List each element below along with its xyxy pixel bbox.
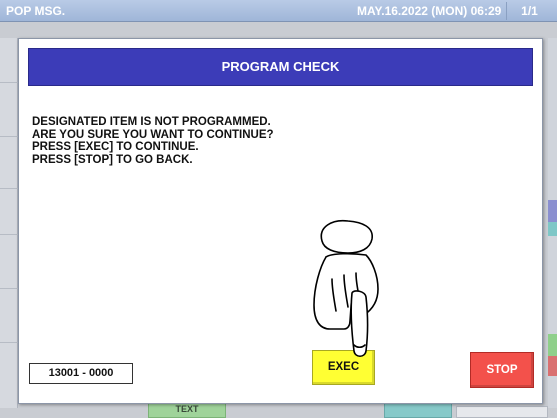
- message-line: DESIGNATED ITEM IS NOT PROGRAMMED.: [32, 116, 271, 128]
- item-code-field: 13001 - 0000: [29, 363, 133, 384]
- program-check-dialog: PROGRAM CHECK DESIGNATED ITEM IS NOT PRO…: [18, 38, 543, 404]
- dialog-title: PROGRAM CHECK: [28, 48, 533, 86]
- page-indicator: 1/1: [506, 2, 552, 20]
- background-right-column: [548, 38, 557, 408]
- status-bar: POP MSG. MAY.16.2022 (MON) 06:29 1/1: [0, 0, 557, 22]
- exec-button[interactable]: EXEC: [312, 350, 375, 385]
- pointing-hand-icon: [313, 219, 379, 358]
- background-field: [456, 406, 548, 418]
- screen-title: POP MSG.: [6, 4, 66, 18]
- message-line: PRESS [STOP] TO GO BACK.: [32, 153, 193, 166]
- date-time: MAY.16.2022 (MON) 06:29: [357, 4, 502, 18]
- dialog-message: DESIGNATED ITEM IS NOT PROGRAMMED. ARE Y…: [32, 116, 512, 166]
- message-line: PRESS [EXEC] TO CONTINUE.: [32, 141, 199, 153]
- background-left-strip: [0, 38, 18, 408]
- message-line: ARE YOU SURE YOU WANT TO CONTINUE?: [32, 128, 274, 141]
- stop-button[interactable]: STOP: [470, 352, 534, 388]
